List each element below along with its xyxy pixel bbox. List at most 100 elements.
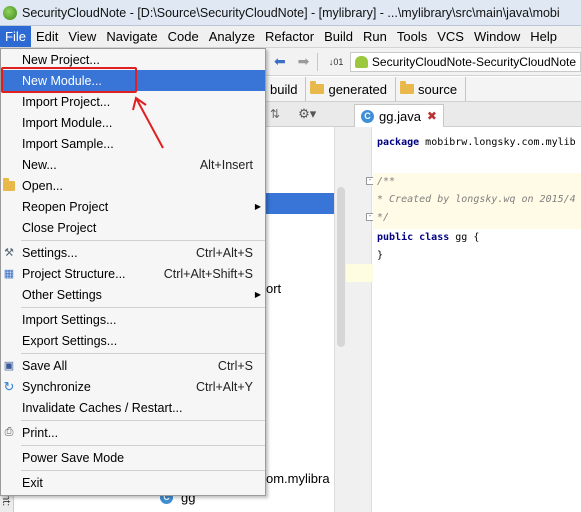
submenu-arrow-icon: ▶ xyxy=(254,290,261,299)
menu-item-label: Power Save Mode xyxy=(22,450,125,465)
title-bar: SecurityCloudNote - [D:\Source\SecurityC… xyxy=(0,0,581,26)
menu-item-label: Print... xyxy=(22,425,59,440)
menu-code[interactable]: Code xyxy=(163,26,204,47)
menu-tools[interactable]: Tools xyxy=(392,26,432,47)
menu-item-export-settings[interactable]: Export Settings... xyxy=(1,330,265,351)
menu-item-shortcut: Ctrl+Alt+S xyxy=(196,245,253,260)
menu-item-reopen-project[interactable]: Reopen Project ▶ xyxy=(1,196,265,217)
menu-item-label: Import Project... xyxy=(22,94,111,109)
menu-item-label: Open... xyxy=(22,178,63,193)
code-line-comment-start: /** xyxy=(377,176,396,187)
menu-separator xyxy=(21,470,265,471)
menu-separator xyxy=(21,445,265,446)
menu-item-label: New Project... xyxy=(22,52,100,67)
menu-file[interactable]: File xyxy=(0,26,31,47)
window-title: SecurityCloudNote - [D:\Source\SecurityC… xyxy=(22,5,560,20)
menu-item-label: Save All xyxy=(22,358,68,373)
menu-item-project-structure[interactable]: ▦ Project Structure... Ctrl+Alt+Shift+S xyxy=(1,263,265,284)
binary-icon[interactable]: ↓01 xyxy=(326,52,346,72)
folder-open-icon xyxy=(2,177,16,193)
class-icon: C xyxy=(361,109,374,123)
folder-icon xyxy=(400,81,415,94)
menu-window[interactable]: Window xyxy=(469,26,525,47)
breadcrumb: build generated source xyxy=(266,77,581,102)
editor-tab-gg-java[interactable]: C gg.java ✖ xyxy=(354,104,444,127)
forward-arrow-icon[interactable]: ➡ xyxy=(294,52,314,72)
menu-item-invalidate-caches[interactable]: Invalidate Caches / Restart... xyxy=(1,397,265,418)
breadcrumb-generated-label: generated xyxy=(328,81,388,97)
toolbar-separator xyxy=(317,52,319,71)
submenu-arrow-icon: ▶ xyxy=(254,202,261,211)
gear-icon[interactable]: ⚙▾ xyxy=(298,106,316,122)
code-line-close-brace: } xyxy=(377,250,384,261)
menu-item-label: Reopen Project xyxy=(22,199,109,214)
code-text: gg { xyxy=(449,232,480,243)
menu-separator xyxy=(21,420,265,421)
menu-item-settings[interactable]: ⚒ Settings... Ctrl+Alt+S xyxy=(1,242,265,263)
menu-item-label: Exit xyxy=(22,475,43,490)
menu-item-label: Synchronize xyxy=(22,379,91,394)
editor-gutter: - - xyxy=(346,127,374,512)
close-icon[interactable]: ✖ xyxy=(427,109,437,123)
menu-navigate[interactable]: Navigate xyxy=(101,26,162,47)
menu-vcs[interactable]: VCS xyxy=(432,26,469,47)
menu-item-label: Project Structure... xyxy=(22,266,126,281)
android-studio-icon xyxy=(3,5,17,20)
scrollbar-thumb[interactable] xyxy=(337,187,345,347)
menu-item-close-project[interactable]: Close Project xyxy=(1,217,265,238)
menu-item-label: Close Project xyxy=(22,220,97,235)
menu-edit[interactable]: Edit xyxy=(31,26,63,47)
run-config-label: SecurityCloudNote-SecurityCloudNote xyxy=(371,54,576,69)
code-line-package: package mobibrw.longsky.com.mylib xyxy=(377,134,576,151)
sync-icon: ↻ xyxy=(3,378,15,394)
editor-tab-label: gg.java xyxy=(379,108,421,124)
breadcrumb-source[interactable]: source xyxy=(396,77,467,101)
menu-item-label: Import Settings... xyxy=(22,312,117,327)
menu-run[interactable]: Run xyxy=(358,26,392,47)
menu-item-shortcut: Ctrl+Alt+Shift+S xyxy=(163,266,253,281)
menu-view[interactable]: View xyxy=(63,26,101,47)
menu-item-import-settings[interactable]: Import Settings... xyxy=(1,309,265,330)
breadcrumb-build[interactable]: build xyxy=(266,77,307,101)
annotation-arrow-icon xyxy=(132,96,164,149)
menu-item-shortcut: Alt+Insert xyxy=(199,157,253,172)
menu-item-label: Export Settings... xyxy=(22,333,118,348)
menu-item-save-all[interactable]: ▣ Save All Ctrl+S xyxy=(1,355,265,376)
menu-item-print[interactable]: ⎙ Print... xyxy=(1,422,265,443)
menu-item-open[interactable]: Open... xyxy=(1,175,265,196)
project-tree-fragment-package[interactable]: om.mylibra xyxy=(266,471,330,486)
code-editor[interactable]: package mobibrw.longsky.com.mylib /** * … xyxy=(373,127,581,512)
run-config-selector[interactable]: SecurityCloudNote-SecurityCloudNote xyxy=(349,51,581,72)
menu-item-exit[interactable]: Exit xyxy=(1,472,265,493)
project-scrollbar[interactable] xyxy=(334,127,346,512)
menu-item-other-settings[interactable]: Other Settings ▶ xyxy=(1,284,265,305)
menu-separator xyxy=(21,353,265,354)
code-text: mobibrw.longsky.com.mylib xyxy=(419,137,576,148)
menu-item-new[interactable]: New... Alt+Insert xyxy=(1,154,265,175)
code-keyword: public class xyxy=(377,232,450,243)
save-icon: ▣ xyxy=(3,360,15,372)
menu-separator xyxy=(21,240,265,241)
code-keyword: package xyxy=(377,137,420,148)
android-icon xyxy=(354,55,368,68)
menu-help[interactable]: Help xyxy=(525,26,562,47)
menu-refactor[interactable]: Refactor xyxy=(260,26,319,47)
project-structure-icon: ▦ xyxy=(3,268,15,280)
wrench-icon: ⚒ xyxy=(4,247,14,259)
project-tree-selected-row[interactable] xyxy=(266,193,334,214)
breadcrumb-generated[interactable]: generated xyxy=(306,77,397,101)
menu-analyze[interactable]: Analyze xyxy=(204,26,260,47)
collapse-icon[interactable]: ⇅ xyxy=(270,107,280,121)
main-toolbar: ⬅ ➡ ↓01 SecurityCloudNote-SecurityCloudN… xyxy=(266,48,581,76)
menu-item-synchronize[interactable]: ↻ Synchronize Ctrl+Alt+Y xyxy=(1,376,265,397)
menu-item-shortcut: Ctrl+S xyxy=(217,358,253,373)
back-arrow-icon[interactable]: ⬅ xyxy=(270,52,290,72)
menu-item-label: Other Settings xyxy=(22,287,102,302)
breadcrumb-source-label: source xyxy=(418,81,458,97)
menu-item-power-save-mode[interactable]: Power Save Mode xyxy=(1,447,265,468)
breadcrumb-build-label: build xyxy=(270,81,298,97)
menu-build[interactable]: Build xyxy=(319,26,358,47)
printer-icon: ⎙ xyxy=(4,426,14,438)
menu-item-shortcut: Ctrl+Alt+Y xyxy=(196,379,253,394)
menu-separator xyxy=(21,307,265,308)
